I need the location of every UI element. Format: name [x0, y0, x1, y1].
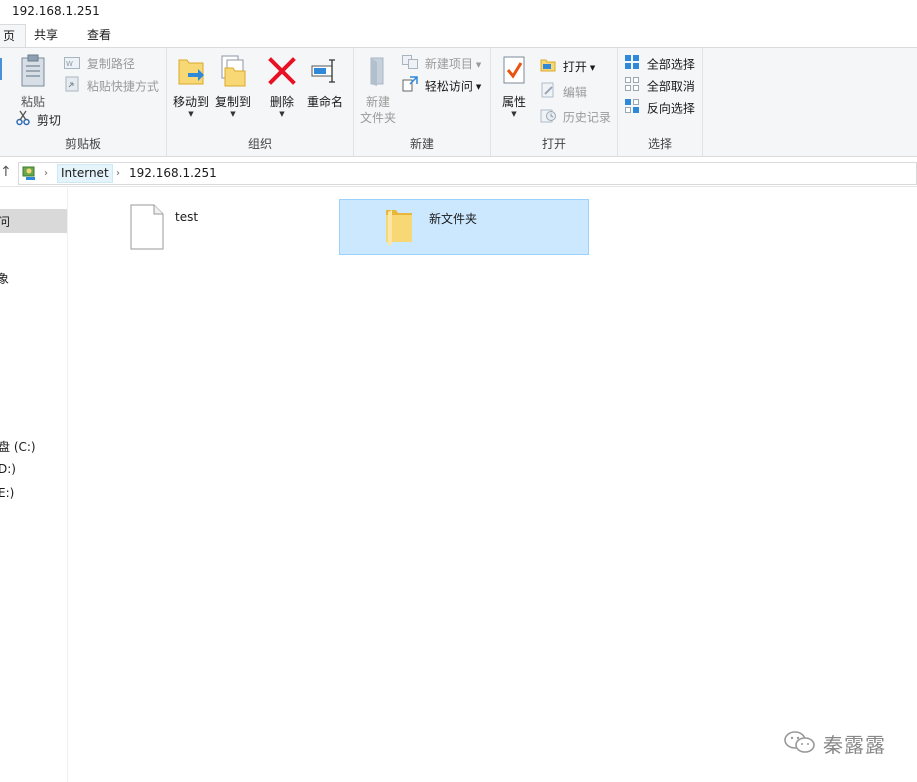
- new-item-button[interactable]: 新建项目 ▼: [402, 54, 481, 74]
- new-folder-button[interactable]: 新建 文件夹: [358, 54, 398, 126]
- open-group: 属性 ▼ 打开 ▼ 编辑 历史记录 打开: [491, 48, 618, 156]
- new-item-icon: [402, 54, 418, 75]
- delete-button[interactable]: 删除 ▼: [265, 54, 299, 118]
- paste-shortcut-button[interactable]: 粘贴快捷方式: [64, 76, 159, 96]
- paste-icon: [16, 54, 50, 92]
- chevron-down-icon: ▼: [475, 60, 482, 69]
- wechat-icon: [783, 729, 817, 758]
- nav-item-drive-c[interactable]: 盘 (C:): [0, 438, 36, 455]
- ribbon: 粘贴 W 复制路径 粘贴快捷方式 剪切 剪贴板 移动到 ▼ 复制到 ▼ 删除 ▼…: [0, 47, 917, 157]
- file-list: test 新文件夹: [69, 188, 917, 782]
- chevron-right-icon[interactable]: ›: [116, 163, 120, 184]
- nav-item-selected[interactable]: 问: [0, 213, 10, 230]
- history-button[interactable]: 历史记录: [540, 107, 611, 127]
- clipboard-group: 粘贴 W 复制路径 粘贴快捷方式 剪切 剪贴板: [0, 48, 167, 156]
- pin-quick-access-button[interactable]: [0, 54, 8, 90]
- folder-name: 新文件夹: [429, 212, 478, 226]
- open-group-label: 打开: [541, 137, 566, 151]
- tab-view[interactable]: 查看: [77, 24, 121, 47]
- document-icon: [130, 204, 164, 253]
- select-group: 全部选择 全部取消 反向选择 选择: [618, 48, 703, 156]
- pin-icon: [0, 54, 8, 88]
- properties-button[interactable]: 属性 ▼: [497, 54, 531, 118]
- history-icon: [540, 107, 556, 129]
- copy-to-icon: [213, 54, 253, 92]
- open-button[interactable]: 打开 ▼: [540, 57, 595, 77]
- nav-item-drive-d[interactable]: D:): [0, 462, 16, 476]
- copy-path-icon: W: [64, 55, 80, 75]
- tab-home[interactable]: 页: [0, 24, 27, 47]
- organize-group: 移动到 ▼ 复制到 ▼ 删除 ▼ 重命名 组织: [167, 48, 354, 156]
- address-bar: ↑ › Internet › 192.168.1.251: [0, 160, 917, 187]
- chevron-down-icon: ▼: [230, 110, 236, 118]
- rename-button[interactable]: 重命名: [305, 54, 345, 110]
- folder-item-new-folder[interactable]: 新文件夹: [339, 199, 589, 255]
- chevron-down-icon: ▼: [511, 110, 517, 118]
- clipboard-group-label: 剪贴板: [64, 137, 101, 151]
- chevron-down-icon: ▼: [188, 110, 194, 118]
- new-group-label: 新建: [409, 137, 434, 151]
- invert-selection-icon: [624, 98, 640, 120]
- nav-item-drive-e[interactable]: E:): [0, 486, 14, 500]
- properties-icon: [497, 54, 531, 92]
- window-title: 192.168.1.251: [12, 4, 100, 18]
- svg-text:W: W: [66, 60, 73, 68]
- file-item-test[interactable]: test: [124, 200, 304, 256]
- move-to-button[interactable]: 移动到 ▼: [171, 54, 211, 118]
- nav-selected-highlight: [0, 209, 67, 233]
- watermark-text: 秦露露: [823, 732, 886, 757]
- copy-path-button[interactable]: W 复制路径: [64, 54, 135, 74]
- watermark: 秦露露: [783, 729, 886, 758]
- paste-shortcut-icon: [64, 76, 80, 98]
- select-none-icon: [624, 76, 640, 98]
- new-folder-icon: [358, 54, 398, 92]
- paste-button[interactable]: 粘贴: [16, 54, 50, 110]
- chevron-down-icon: ▼: [279, 110, 285, 118]
- open-folder-icon: [540, 58, 556, 78]
- select-group-label: 选择: [647, 137, 672, 151]
- chevron-right-icon[interactable]: ›: [44, 163, 48, 184]
- organize-group-label: 组织: [247, 137, 272, 151]
- move-to-icon: [171, 54, 211, 92]
- edit-button[interactable]: 编辑: [540, 82, 587, 102]
- file-name: test: [175, 210, 199, 224]
- breadcrumb-internet[interactable]: Internet: [57, 164, 113, 183]
- navigation-pane: 问 象 盘 (C:) D:) E:): [0, 188, 68, 782]
- tab-share[interactable]: 共享: [24, 24, 68, 47]
- easy-access-icon: [402, 76, 418, 98]
- address-box[interactable]: › Internet › 192.168.1.251: [18, 162, 917, 185]
- cut-button[interactable]: 剪切: [16, 110, 61, 130]
- network-location-icon: [22, 165, 38, 186]
- breadcrumb-current[interactable]: 192.168.1.251: [129, 163, 217, 184]
- nav-item-pictures[interactable]: 象: [0, 270, 9, 287]
- title-bar: 192.168.1.251: [0, 0, 917, 24]
- scissors-icon: [16, 110, 30, 132]
- select-none-button[interactable]: 全部取消: [624, 76, 695, 96]
- edit-pencil-icon: [540, 82, 556, 104]
- rename-icon: [305, 54, 345, 92]
- delete-x-icon: [265, 54, 299, 92]
- select-all-icon: [624, 54, 640, 76]
- ribbon-tabs: 页 共享 查看: [0, 24, 917, 47]
- chevron-down-icon: ▼: [475, 83, 482, 91]
- folder-icon: [384, 206, 414, 249]
- new-group: 新建 文件夹 新建项目 ▼ 轻松访问 ▼ 新建: [354, 48, 491, 156]
- easy-access-button[interactable]: 轻松访问 ▼: [402, 76, 481, 96]
- select-all-button[interactable]: 全部选择: [624, 54, 695, 74]
- invert-selection-button[interactable]: 反向选择: [624, 98, 695, 118]
- chevron-down-icon: ▼: [589, 63, 596, 72]
- copy-to-button[interactable]: 复制到 ▼: [213, 54, 253, 118]
- up-arrow-icon[interactable]: ↑: [0, 164, 12, 180]
